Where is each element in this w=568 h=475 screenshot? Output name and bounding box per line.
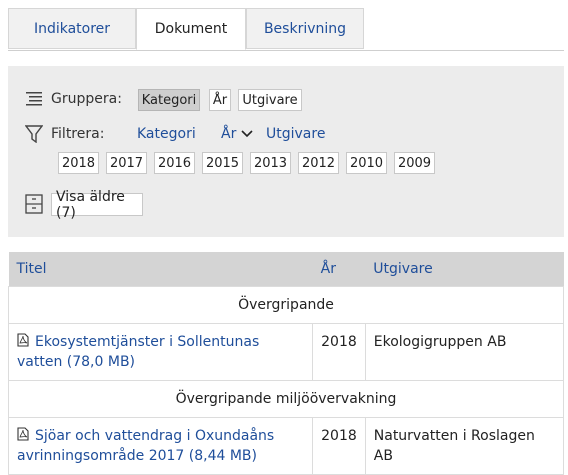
pdf-file-icon <box>17 427 29 441</box>
column-header-year[interactable]: År <box>312 252 366 287</box>
year-cell: 2018 <box>312 417 366 475</box>
column-header-publisher[interactable]: Utgivare <box>365 252 564 287</box>
year-chip-2018[interactable]: 2018 <box>58 152 99 174</box>
chevron-down-icon <box>241 130 253 138</box>
documents-table: Titel År Utgivare Övergripande Ekosystem… <box>7 252 565 475</box>
document-link[interactable]: Sjöar och vattendrag i Oxundaåns avrinni… <box>17 428 274 464</box>
column-header-title[interactable]: Titel <box>8 252 313 287</box>
group-option-utgivare[interactable]: Utgivare <box>238 89 302 111</box>
table-row: Ekosystemtjänster i Sollentunas vatten (… <box>7 323 565 381</box>
year-chip-2010[interactable]: 2010 <box>346 152 387 174</box>
year-chip-2009[interactable]: 2009 <box>394 152 435 174</box>
year-cell: 2018 <box>312 323 366 381</box>
group-option-kategori[interactable]: Kategori <box>138 89 200 111</box>
tab-indikatorer[interactable]: Indikatorer <box>8 8 136 49</box>
tab-bar: Indikatorer Dokument Beskrivning <box>8 8 564 51</box>
show-older-button[interactable]: Visa äldre (7) <box>51 189 143 221</box>
group-row: Övergripande <box>8 286 564 324</box>
group-option-ar[interactable]: År <box>209 89 231 111</box>
title-cell: Ekosystemtjänster i Sollentunas vatten (… <box>7 323 314 381</box>
year-chip-2017[interactable]: 2017 <box>106 152 147 174</box>
group-list-icon <box>26 92 42 106</box>
filter-link-ar[interactable]: År <box>221 126 254 142</box>
filter-label: Filtrera: <box>51 126 105 142</box>
table-row: Sjöar och vattendrag i Oxundaåns avrinni… <box>7 417 565 475</box>
year-chip-2016[interactable]: 2016 <box>154 152 195 174</box>
tab-dokument[interactable]: Dokument <box>136 8 246 50</box>
tab-beskrivning[interactable]: Beskrivning <box>246 8 364 49</box>
title-cell: Sjöar och vattendrag i Oxundaåns avrinni… <box>7 417 314 475</box>
filter-panel: Gruppera: Kategori År Utgivare Filtrera:… <box>8 66 564 237</box>
table-header-row: Titel År Utgivare <box>8 252 564 287</box>
group-row: Övergripande miljöövervakning <box>8 380 564 418</box>
year-chip-2012[interactable]: 2012 <box>298 152 339 174</box>
filter-link-ar-label: År <box>221 126 237 142</box>
document-link[interactable]: Ekosystemtjänster i Sollentunas vatten (… <box>17 334 259 370</box>
publisher-cell: Naturvatten i Roslagen AB <box>364 417 565 475</box>
publisher-cell: Ekologigruppen AB <box>364 323 565 381</box>
group-heading: Övergripande miljöövervakning <box>8 380 564 418</box>
group-label: Gruppera: <box>51 91 122 107</box>
pdf-file-icon <box>17 333 29 347</box>
year-chip-2015[interactable]: 2015 <box>202 152 243 174</box>
filter-link-kategori[interactable]: Kategori <box>137 126 196 142</box>
filter-funnel-icon <box>25 125 43 143</box>
filter-link-utgivare[interactable]: Utgivare <box>266 126 325 142</box>
year-chip-2013[interactable]: 2013 <box>250 152 291 174</box>
archive-drawer-icon <box>25 194 43 214</box>
group-heading: Övergripande <box>8 286 564 324</box>
